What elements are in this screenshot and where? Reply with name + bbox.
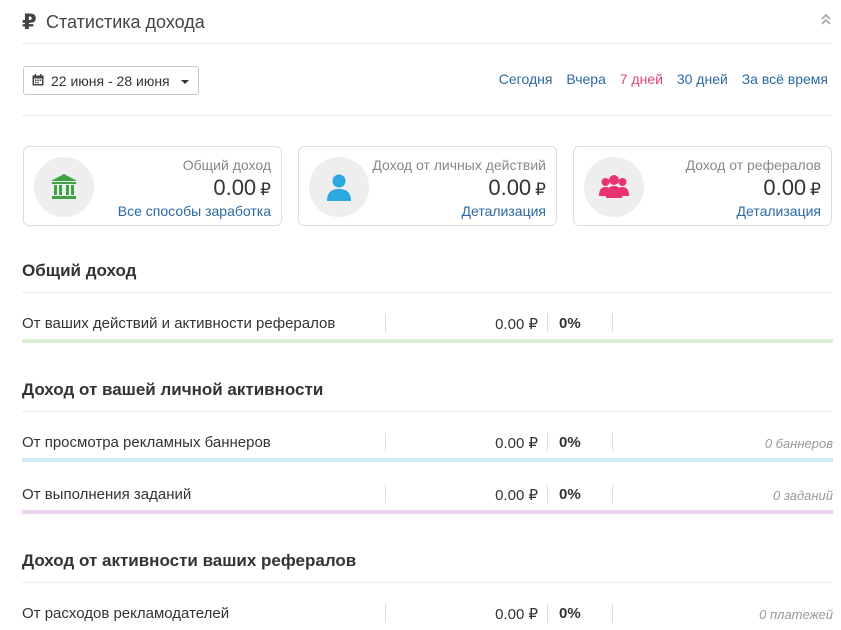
- divider: [22, 411, 832, 412]
- divider: [22, 292, 832, 293]
- row-label: От выполнения заданий: [22, 486, 192, 503]
- period-link-today[interactable]: Сегодня: [499, 71, 553, 87]
- user-icon: [327, 174, 351, 201]
- row-percent: 0%: [559, 605, 581, 622]
- row-count: 0 баннеров: [764, 436, 833, 451]
- period-links: Сегодня Вчера 7 дней 30 дней За всё врем…: [489, 71, 828, 87]
- income-row: От просмотра рекламных баннеров 0.00 ₽ 0…: [22, 426, 833, 466]
- row-percent: 0%: [559, 486, 581, 503]
- users-icon: [599, 175, 629, 198]
- income-row: От расходов рекламодателей 0.00 ₽ 0% 0 п…: [22, 597, 833, 630]
- date-range-label: 22 июня - 28 июня: [51, 73, 170, 89]
- row-amount: 0.00 ₽: [495, 487, 538, 504]
- row-percent: 0%: [559, 434, 581, 451]
- panel-title: Статистика дохода: [46, 12, 205, 32]
- row-label: От ваших действий и активности рефералов: [22, 315, 336, 332]
- column-divider: [547, 314, 548, 332]
- row-label: От расходов рекламодателей: [22, 605, 230, 622]
- date-range-dropdown[interactable]: 22 июня - 28 июня: [23, 66, 199, 95]
- details-link[interactable]: Детализация: [737, 203, 821, 219]
- details-link[interactable]: Детализация: [462, 203, 546, 219]
- period-link-all-time[interactable]: За всё время: [742, 71, 828, 87]
- column-divider: [385, 485, 386, 503]
- progress-bar: [22, 458, 833, 462]
- row-label: От просмотра рекламных баннеров: [22, 434, 271, 451]
- chevron-down-icon: [181, 80, 189, 84]
- row-percent: 0%: [559, 315, 581, 332]
- column-divider: [547, 604, 548, 622]
- card-referral-income: Доход от рефералов 0.00 ₽ Детализация: [573, 146, 832, 226]
- calendar-icon: [32, 74, 44, 86]
- section-title-personal: Доход от вашей личной активности: [22, 380, 324, 399]
- column-divider: [385, 433, 386, 451]
- card-total-income: Общий доход 0.00 ₽ Все способы заработка: [23, 146, 282, 226]
- panel-header: ₽ Статистика дохода: [22, 8, 832, 44]
- section-title-referrals: Доход от активности ваших рефералов: [22, 551, 357, 570]
- column-divider: [612, 314, 613, 332]
- income-row: От ваших действий и активности рефералов…: [22, 307, 833, 347]
- section-title-total: Общий доход: [22, 261, 137, 280]
- row-amount: 0.00 ₽: [495, 435, 538, 452]
- card-title: Общий доход: [182, 157, 271, 173]
- column-divider: [547, 433, 548, 451]
- card-personal-income: Доход от личных действий 0.00 ₽ Детализац…: [298, 146, 557, 226]
- collapse-icon[interactable]: [820, 11, 832, 27]
- card-icon-circle: [309, 157, 369, 217]
- card-value: 0.00 ₽: [488, 175, 546, 200]
- divider: [22, 582, 832, 583]
- card-title: Доход от личных действий: [372, 157, 546, 173]
- row-count: 0 платежей: [759, 607, 833, 622]
- income-row: От выполнения заданий 0.00 ₽ 0% 0 задани…: [22, 478, 833, 518]
- row-count: 0 заданий: [773, 488, 833, 503]
- column-divider: [385, 604, 386, 622]
- ruble-icon: ₽: [22, 11, 37, 34]
- period-link-yesterday[interactable]: Вчера: [566, 71, 606, 87]
- card-title: Доход от рефералов: [685, 157, 821, 173]
- row-amount: 0.00 ₽: [495, 316, 538, 333]
- card-icon-circle: [584, 157, 644, 217]
- divider: [22, 115, 832, 116]
- card-value: 0.00 ₽: [213, 175, 271, 200]
- card-icon-circle: [34, 157, 94, 217]
- column-divider: [612, 604, 613, 622]
- all-earning-methods-link[interactable]: Все способы заработка: [118, 203, 271, 219]
- column-divider: [612, 485, 613, 503]
- row-amount: 0.00 ₽: [495, 606, 538, 623]
- column-divider: [385, 314, 386, 332]
- period-link-30-days[interactable]: 30 дней: [677, 71, 728, 87]
- column-divider: [612, 433, 613, 451]
- card-value: 0.00 ₽: [763, 175, 821, 200]
- period-link-7-days[interactable]: 7 дней: [620, 71, 663, 87]
- progress-bar: [22, 510, 833, 514]
- bank-icon: [51, 174, 77, 199]
- column-divider: [547, 485, 548, 503]
- progress-bar: [22, 339, 833, 343]
